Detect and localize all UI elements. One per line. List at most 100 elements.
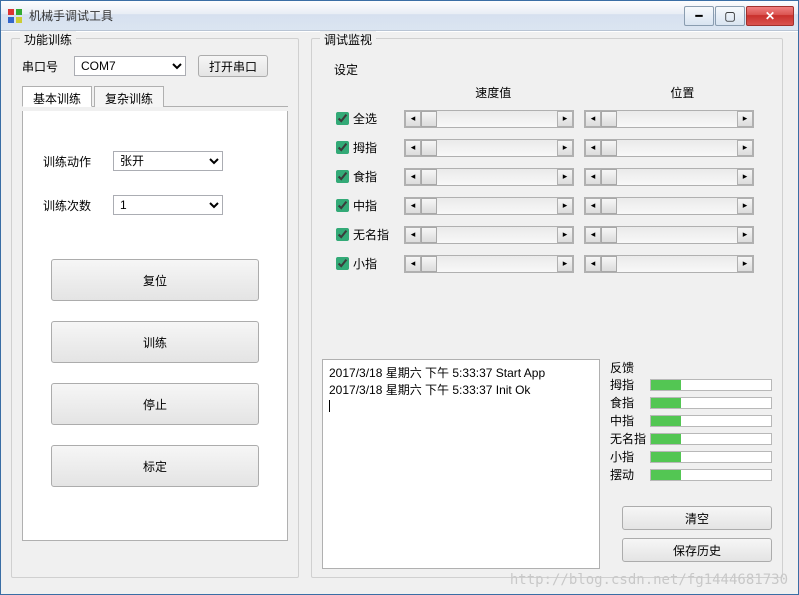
close-button[interactable]: ✕ xyxy=(746,6,794,26)
position-scrollbar[interactable]: ◂▸ xyxy=(584,139,754,157)
feedback-label: 无名指 xyxy=(610,430,650,447)
position-scrollbar[interactable]: ◂▸ xyxy=(584,197,754,215)
scroll-track[interactable] xyxy=(421,169,557,185)
scroll-thumb[interactable] xyxy=(601,169,617,185)
maximize-button[interactable]: ▢ xyxy=(715,6,745,26)
speed-scrollbar[interactable]: ◂▸ xyxy=(404,197,574,215)
scroll-left-arrow[interactable]: ◂ xyxy=(405,227,421,243)
speed-scrollbar[interactable]: ◂▸ xyxy=(404,255,574,273)
tab-complex[interactable]: 复杂训练 xyxy=(94,86,164,107)
speed-scrollbar[interactable]: ◂▸ xyxy=(404,139,574,157)
scroll-left-arrow[interactable]: ◂ xyxy=(405,111,421,127)
scroll-left-arrow[interactable]: ◂ xyxy=(405,256,421,272)
scroll-track[interactable] xyxy=(601,140,737,156)
scroll-track[interactable] xyxy=(421,227,557,243)
feedback-progress xyxy=(650,433,772,445)
tab-basic[interactable]: 基本训练 xyxy=(22,86,92,107)
scroll-right-arrow[interactable]: ▸ xyxy=(737,111,753,127)
scroll-left-arrow[interactable]: ◂ xyxy=(585,256,601,272)
scroll-track[interactable] xyxy=(601,111,737,127)
checkbox-input[interactable] xyxy=(336,112,349,125)
finger-checkbox[interactable]: 拇指 xyxy=(332,138,404,157)
scroll-left-arrow[interactable]: ◂ xyxy=(405,169,421,185)
scroll-thumb[interactable] xyxy=(601,140,617,156)
scroll-right-arrow[interactable]: ▸ xyxy=(737,140,753,156)
scroll-thumb[interactable] xyxy=(421,140,437,156)
group-debug-monitor: 调试监视 设定 速度值 位置 全选◂▸◂▸拇指◂▸◂▸食指◂▸◂▸中指◂▸◂▸无… xyxy=(311,38,783,578)
checkbox-input[interactable] xyxy=(336,170,349,183)
feedback-label: 小指 xyxy=(610,448,650,465)
reset-button[interactable]: 复位 xyxy=(51,259,259,301)
save-history-button[interactable]: 保存历史 xyxy=(622,538,772,562)
scroll-track[interactable] xyxy=(421,111,557,127)
scroll-right-arrow[interactable]: ▸ xyxy=(557,111,573,127)
speed-scrollbar[interactable]: ◂▸ xyxy=(404,110,574,128)
scroll-left-arrow[interactable]: ◂ xyxy=(585,198,601,214)
feedback-label: 摆动 xyxy=(610,466,650,483)
title-bar[interactable]: 机械手调试工具 ━ ▢ ✕ xyxy=(1,1,798,31)
tab-strip: 基本训练 复杂训练 xyxy=(22,85,288,107)
scroll-track[interactable] xyxy=(421,198,557,214)
calib-button[interactable]: 标定 xyxy=(51,445,259,487)
scroll-thumb[interactable] xyxy=(421,256,437,272)
finger-checkbox[interactable]: 小指 xyxy=(332,254,404,273)
scroll-right-arrow[interactable]: ▸ xyxy=(557,198,573,214)
finger-label: 小指 xyxy=(353,255,377,272)
scroll-track[interactable] xyxy=(601,198,737,214)
scroll-right-arrow[interactable]: ▸ xyxy=(557,227,573,243)
checkbox-input[interactable] xyxy=(336,228,349,241)
position-scrollbar[interactable]: ◂▸ xyxy=(584,168,754,186)
finger-checkbox[interactable]: 无名指 xyxy=(332,225,404,244)
log-textarea[interactable]: 2017/3/18 星期六 下午 5:33:37 Start App 2017/… xyxy=(322,359,600,569)
scroll-thumb[interactable] xyxy=(601,227,617,243)
position-scrollbar[interactable]: ◂▸ xyxy=(584,255,754,273)
scroll-right-arrow[interactable]: ▸ xyxy=(557,140,573,156)
settings-row: 小指◂▸◂▸ xyxy=(332,254,772,273)
checkbox-input[interactable] xyxy=(336,199,349,212)
scroll-thumb[interactable] xyxy=(421,227,437,243)
scroll-track[interactable] xyxy=(601,256,737,272)
scroll-left-arrow[interactable]: ◂ xyxy=(585,169,601,185)
scroll-right-arrow[interactable]: ▸ xyxy=(737,227,753,243)
scroll-left-arrow[interactable]: ◂ xyxy=(585,227,601,243)
scroll-track[interactable] xyxy=(601,169,737,185)
scroll-track[interactable] xyxy=(421,140,557,156)
scroll-right-arrow[interactable]: ▸ xyxy=(557,256,573,272)
speed-scrollbar[interactable]: ◂▸ xyxy=(404,168,574,186)
scroll-track[interactable] xyxy=(421,256,557,272)
finger-checkbox[interactable]: 中指 xyxy=(332,196,404,215)
clear-button[interactable]: 清空 xyxy=(622,506,772,530)
position-scrollbar[interactable]: ◂▸ xyxy=(584,226,754,244)
checkbox-input[interactable] xyxy=(336,257,349,270)
scroll-right-arrow[interactable]: ▸ xyxy=(737,198,753,214)
scroll-right-arrow[interactable]: ▸ xyxy=(737,256,753,272)
train-button[interactable]: 训练 xyxy=(51,321,259,363)
open-port-button[interactable]: 打开串口 xyxy=(198,55,268,77)
scroll-right-arrow[interactable]: ▸ xyxy=(737,169,753,185)
stop-button[interactable]: 停止 xyxy=(51,383,259,425)
scroll-thumb[interactable] xyxy=(421,169,437,185)
scroll-left-arrow[interactable]: ◂ xyxy=(585,111,601,127)
scroll-thumb[interactable] xyxy=(601,198,617,214)
port-select[interactable]: COM7 xyxy=(74,56,186,76)
scroll-thumb[interactable] xyxy=(601,256,617,272)
scroll-left-arrow[interactable]: ◂ xyxy=(585,140,601,156)
settings-header: 速度值 位置 xyxy=(332,84,772,101)
col-pos-label: 位置 xyxy=(593,84,772,101)
position-scrollbar[interactable]: ◂▸ xyxy=(584,110,754,128)
scroll-thumb[interactable] xyxy=(421,198,437,214)
count-select[interactable]: 1 xyxy=(113,195,223,215)
scroll-left-arrow[interactable]: ◂ xyxy=(405,198,421,214)
scroll-thumb[interactable] xyxy=(601,111,617,127)
feedback-row: 小指 xyxy=(610,448,772,465)
minimize-button[interactable]: ━ xyxy=(684,6,714,26)
scroll-thumb[interactable] xyxy=(421,111,437,127)
scroll-left-arrow[interactable]: ◂ xyxy=(405,140,421,156)
scroll-right-arrow[interactable]: ▸ xyxy=(557,169,573,185)
speed-scrollbar[interactable]: ◂▸ xyxy=(404,226,574,244)
checkbox-input[interactable] xyxy=(336,141,349,154)
finger-checkbox[interactable]: 全选 xyxy=(332,109,404,128)
finger-checkbox[interactable]: 食指 xyxy=(332,167,404,186)
action-select[interactable]: 张开 xyxy=(113,151,223,171)
scroll-track[interactable] xyxy=(601,227,737,243)
